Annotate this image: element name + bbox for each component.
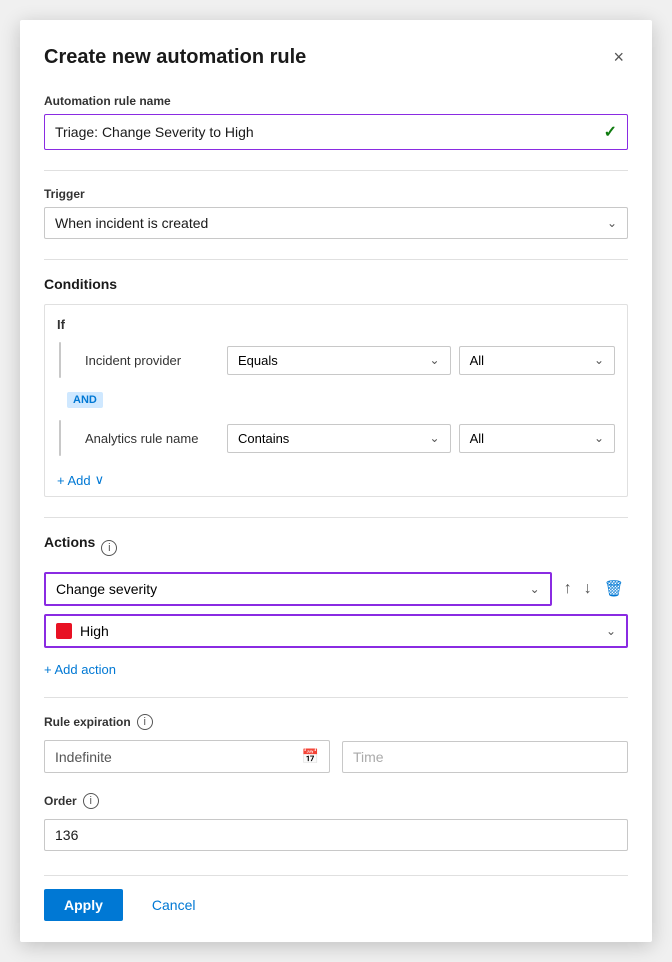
severity-wrapper: High ⌄ bbox=[44, 614, 628, 648]
and-badge-container: AND bbox=[57, 388, 615, 414]
trigger-select[interactable]: When incident is created ⌄ bbox=[44, 207, 628, 239]
order-label: Order bbox=[44, 794, 77, 808]
expiration-inputs: Indefinite 📅 Time bbox=[44, 740, 628, 773]
rule-name-input-wrapper[interactable]: ✓ bbox=[44, 114, 628, 150]
add-action-label: + Add action bbox=[44, 662, 116, 677]
apply-button[interactable]: Apply bbox=[44, 889, 123, 921]
condition-line-2 bbox=[59, 420, 61, 456]
action-select[interactable]: Change severity ⌄ bbox=[44, 572, 552, 606]
condition-selects-2: Contains ⌄ All ⌄ bbox=[227, 424, 615, 453]
actions-section: Actions i Change severity ⌄ ↑ ↓ 🗑 High bbox=[44, 534, 628, 677]
add-action-link[interactable]: + Add action bbox=[44, 662, 116, 677]
add-condition-link[interactable]: + Add ∨ bbox=[57, 472, 104, 488]
expiration-label: Rule expiration bbox=[44, 715, 131, 729]
expiration-section: Rule expiration i Indefinite 📅 Time bbox=[44, 714, 628, 773]
severity-left: High bbox=[56, 623, 109, 639]
add-condition-chevron-icon: ∨ bbox=[95, 472, 105, 488]
condition-row-1: Incident provider Equals ⌄ All ⌄ bbox=[57, 342, 615, 378]
condition-value-2-chevron: ⌄ bbox=[594, 431, 604, 445]
condition-operator-1-chevron: ⌄ bbox=[430, 353, 440, 367]
actions-title: Actions bbox=[44, 534, 95, 550]
expiration-header: Rule expiration i bbox=[44, 714, 628, 730]
condition-operator-2-value: Contains bbox=[238, 431, 289, 446]
action-value: Change severity bbox=[56, 581, 157, 597]
divider-3 bbox=[44, 517, 628, 518]
severity-select[interactable]: High ⌄ bbox=[44, 614, 628, 648]
trigger-chevron-icon: ⌄ bbox=[607, 216, 617, 230]
order-input[interactable] bbox=[44, 819, 628, 851]
delete-action-button[interactable]: 🗑 bbox=[600, 575, 628, 603]
modal-container: Create new automation rule × Automation … bbox=[20, 20, 652, 942]
condition-line-1 bbox=[59, 342, 61, 378]
close-button[interactable]: × bbox=[609, 44, 628, 70]
condition-name-2: Analytics rule name bbox=[77, 431, 217, 446]
check-icon: ✓ bbox=[604, 122, 617, 142]
action-chevron-icon: ⌄ bbox=[530, 582, 540, 596]
footer: Apply Cancel bbox=[44, 875, 628, 922]
actions-header: Actions i bbox=[44, 534, 628, 562]
severity-value: High bbox=[80, 623, 109, 639]
divider-1 bbox=[44, 170, 628, 171]
order-section: Order i bbox=[44, 793, 628, 851]
conditions-block: If Incident provider Equals ⌄ All ⌄ bbox=[44, 304, 628, 497]
if-label: If bbox=[57, 317, 615, 332]
conditions-title: Conditions bbox=[44, 276, 628, 292]
condition-operator-1-value: Equals bbox=[238, 353, 278, 368]
severity-chevron-icon: ⌄ bbox=[606, 624, 616, 638]
condition-operator-2-chevron: ⌄ bbox=[430, 431, 440, 445]
order-header: Order i bbox=[44, 793, 628, 809]
order-input-wrapper bbox=[44, 819, 628, 851]
divider-4 bbox=[44, 697, 628, 698]
move-up-button[interactable]: ↑ bbox=[560, 576, 576, 602]
order-info-icon[interactable]: i bbox=[83, 793, 99, 809]
condition-name-1: Incident provider bbox=[77, 353, 217, 368]
action-row-1: Change severity ⌄ ↑ ↓ 🗑 bbox=[44, 572, 628, 606]
condition-selects-1: Equals ⌄ All ⌄ bbox=[227, 346, 615, 375]
cancel-button[interactable]: Cancel bbox=[131, 888, 217, 922]
conditions-section: Conditions If Incident provider Equals ⌄… bbox=[44, 276, 628, 497]
condition-value-1-text: All bbox=[470, 353, 484, 368]
condition-value-1[interactable]: All ⌄ bbox=[459, 346, 615, 375]
modal-header: Create new automation rule × bbox=[44, 44, 628, 70]
actions-info-icon[interactable]: i bbox=[101, 540, 117, 556]
condition-row-2: Analytics rule name Contains ⌄ All ⌄ bbox=[57, 420, 615, 456]
expiration-time-placeholder: Time bbox=[353, 749, 384, 765]
expiration-date-value: Indefinite bbox=[55, 749, 112, 765]
condition-operator-2[interactable]: Contains ⌄ bbox=[227, 424, 451, 453]
calendar-icon: 📅 bbox=[302, 748, 319, 765]
action-icons: ↑ ↓ 🗑 bbox=[560, 575, 628, 603]
expiration-row: Indefinite 📅 Time bbox=[44, 740, 628, 773]
expiration-date-input[interactable]: Indefinite 📅 bbox=[44, 740, 330, 773]
severity-icon bbox=[56, 623, 72, 639]
condition-operator-1[interactable]: Equals ⌄ bbox=[227, 346, 451, 375]
expiration-info-icon[interactable]: i bbox=[137, 714, 153, 730]
trigger-section: Trigger When incident is created ⌄ bbox=[44, 187, 628, 239]
trigger-value: When incident is created bbox=[55, 215, 208, 231]
and-badge: AND bbox=[67, 392, 103, 408]
condition-value-1-chevron: ⌄ bbox=[594, 353, 604, 367]
trigger-label: Trigger bbox=[44, 187, 628, 201]
modal-title: Create new automation rule bbox=[44, 46, 306, 69]
add-condition-label: + Add bbox=[57, 473, 91, 488]
condition-value-2-text: All bbox=[470, 431, 484, 446]
rule-name-section: Automation rule name ✓ bbox=[44, 94, 628, 150]
move-down-button[interactable]: ↓ bbox=[580, 576, 596, 602]
expiration-time-input[interactable]: Time bbox=[342, 741, 628, 773]
rule-name-label: Automation rule name bbox=[44, 94, 628, 108]
condition-value-2[interactable]: All ⌄ bbox=[459, 424, 615, 453]
divider-2 bbox=[44, 259, 628, 260]
rule-name-input[interactable] bbox=[55, 124, 604, 140]
